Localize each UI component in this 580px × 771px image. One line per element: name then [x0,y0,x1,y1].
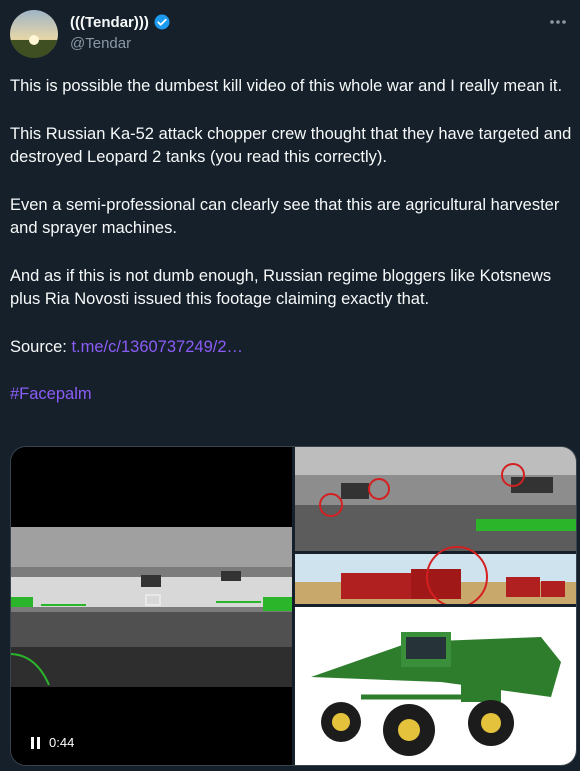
hashtag-line: #Facepalm [10,383,575,407]
media-grid: 0:44 [10,446,577,766]
tweet-paragraph-4: And as if this is not dumb enough, Russi… [10,266,552,309]
tweet-source-line: Source: t.me/c/1360737249/2… [10,336,575,360]
verified-badge-icon [154,14,170,30]
video-controls[interactable]: 0:44 [23,732,83,753]
author-display-name[interactable]: (((Tendar))) [70,14,149,31]
source-link[interactable]: t.me/c/1360737249/2… [71,338,243,356]
tweet-paragraph-2: This Russian Ka-52 attack chopper crew t… [10,124,572,167]
harvester-photo [295,546,576,608]
hashtag-link[interactable]: #Facepalm [10,385,92,403]
author-handle[interactable]: @Tendar [70,35,131,52]
tweet-paragraph-1: This is possible the dumbest kill video … [10,77,563,95]
media-images [11,447,576,765]
avatar[interactable] [10,10,58,58]
avatar-image [10,10,58,58]
tweet-text: This is possible the dumbest kill video … [10,75,575,431]
pause-icon[interactable] [31,736,41,749]
video-thermal-image [11,527,292,687]
thermal-targets-image [295,447,576,551]
video-time: 0:44 [49,735,75,750]
source-label: Source: [10,337,67,356]
tweet-paragraph-3: Even a semi-professional can clearly see… [10,195,560,238]
author-name-row[interactable]: (((Tendar))) [70,13,171,31]
more-options-icon[interactable] [548,12,568,32]
sprayer-photo [295,607,576,765]
